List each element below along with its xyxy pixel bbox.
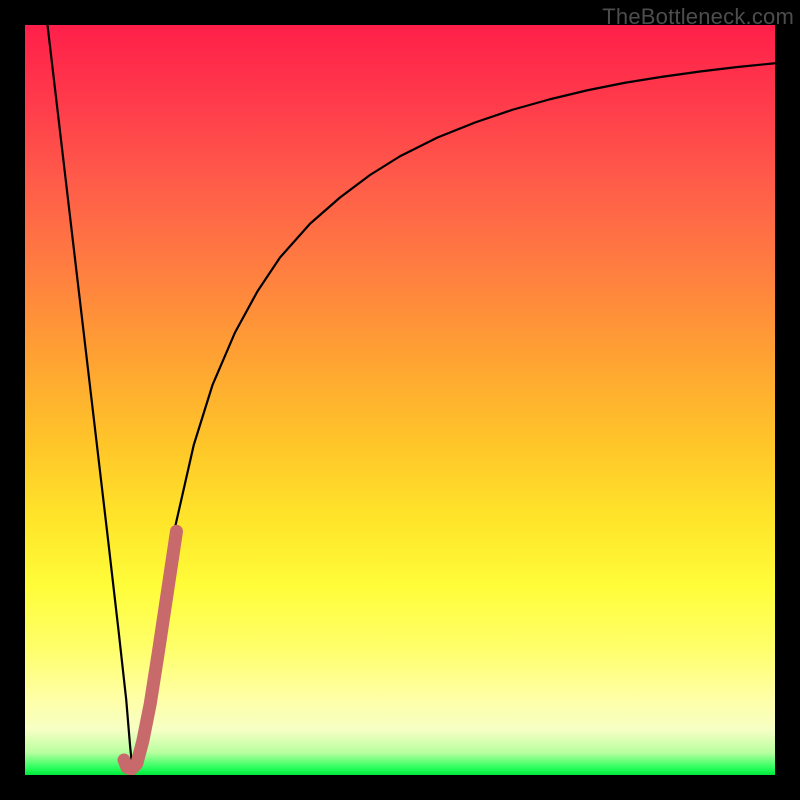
plot-area bbox=[25, 25, 775, 775]
chart-frame: TheBottleneck.com bbox=[0, 0, 800, 800]
watermark-text: TheBottleneck.com bbox=[602, 4, 794, 30]
balance-highlight bbox=[124, 531, 177, 769]
curve-layer bbox=[25, 25, 775, 775]
